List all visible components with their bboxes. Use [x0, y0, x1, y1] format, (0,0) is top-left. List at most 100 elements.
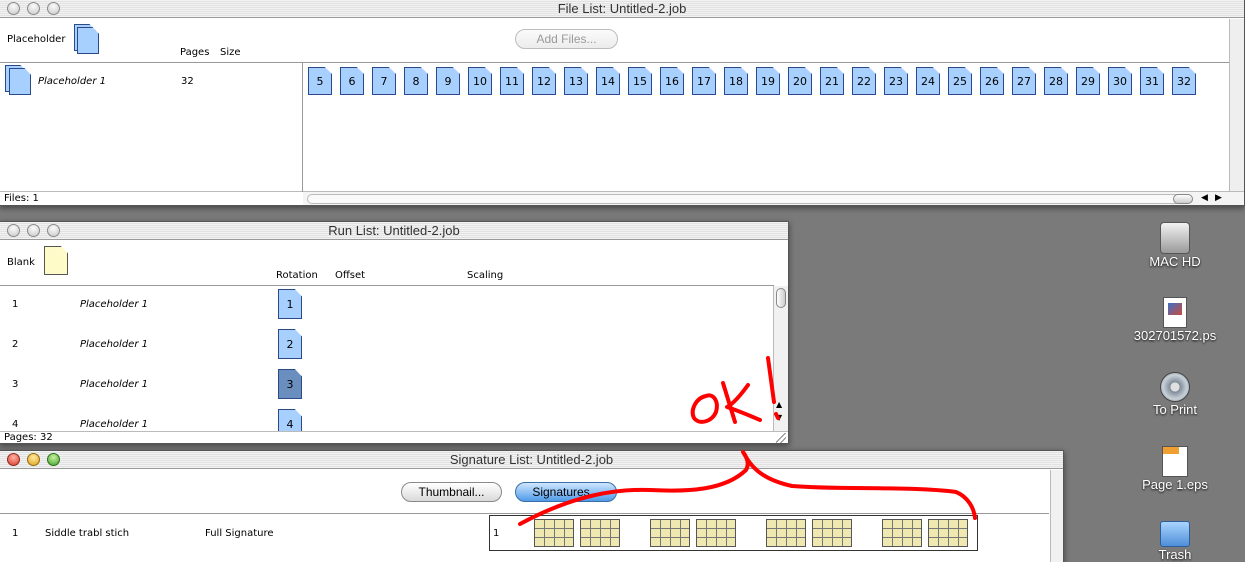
page-tile[interactable]: 8 [404, 67, 428, 95]
desktop-icon-label: To Print [1152, 402, 1198, 417]
vertical-scrollbar[interactable]: ▲ ▼ [773, 286, 788, 432]
col-scaling-header: Scaling [467, 270, 504, 281]
page-tile[interactable]: 26 [980, 67, 1004, 95]
signature-row[interactable]: 1 Siddle trabl stich Full Signature 1 [0, 514, 1050, 554]
sheet-thumbnail [882, 519, 922, 547]
page-thumbnail-strip: 5 6 7 8 9 10 11 12 13 14 15 16 17 18 19 20 21 22 23 24 25 26 2… [304, 63, 1230, 191]
row-number: 1 [12, 299, 19, 310]
desktop-icon-eps-file[interactable]: Page 1.eps [1120, 446, 1230, 492]
blank-page-icon[interactable] [44, 246, 68, 275]
scroll-right-icon[interactable]: ▶ [1215, 193, 1222, 203]
postscript-file-icon [1163, 297, 1187, 328]
thumbnail-button[interactable]: Thumbnail... [401, 482, 502, 502]
page-tile[interactable]: 6 [340, 67, 364, 95]
page-tile[interactable]: 16 [660, 67, 684, 95]
signatures-button[interactable]: Signatures... [515, 482, 617, 502]
page-tile[interactable]: 15 [628, 67, 652, 95]
file-row[interactable]: Placeholder 1 32 [0, 63, 302, 99]
sheet-thumbnail [928, 519, 968, 547]
file-stack-icon [5, 65, 35, 97]
page-thumbnail[interactable]: 4 [278, 409, 302, 432]
page-tile[interactable]: 9 [436, 67, 460, 95]
page-tile[interactable]: 30 [1108, 67, 1132, 95]
sheet-thumbnail [534, 519, 574, 547]
scroll-up-icon[interactable]: ▲ [776, 400, 782, 409]
window-title: File List: Untitled-2.job [557, 1, 687, 16]
page-thumbnail[interactable]: 2 [278, 329, 302, 359]
row-number: 3 [12, 379, 19, 390]
list-item[interactable]: 1 Placeholder 1 1 [0, 286, 773, 326]
page-tile[interactable]: 25 [948, 67, 972, 95]
page-tile[interactable]: 5 [308, 67, 332, 95]
list-item[interactable]: 4 Placeholder 1 4 [0, 406, 773, 432]
list-item[interactable]: 2 Placeholder 1 2 [0, 326, 773, 366]
desktop-icon-to-print[interactable]: To Print [1120, 372, 1230, 417]
signature-index: 1 [493, 528, 500, 539]
resize-grip-icon[interactable] [776, 433, 786, 443]
scroll-thumb[interactable] [776, 288, 786, 308]
page-tile[interactable]: 14 [596, 67, 620, 95]
sheet-thumbnail [696, 519, 736, 547]
row-name: Placeholder 1 [80, 419, 148, 430]
page-tile[interactable]: 20 [788, 67, 812, 95]
page-tile[interactable]: 18 [724, 67, 748, 95]
blank-label: Blank [7, 257, 35, 268]
signature-list-titlebar[interactable]: Signature List: Untitled-2.job [0, 451, 1063, 469]
hard-drive-icon [1160, 222, 1190, 254]
desktop-icon-label: 302701572.ps [1133, 328, 1217, 343]
row-name: Placeholder 1 [80, 299, 148, 310]
page-tile[interactable]: 11 [500, 67, 524, 95]
page-tile[interactable]: 21 [820, 67, 844, 95]
page-tile[interactable]: 13 [564, 67, 588, 95]
desktop-icon-mac-hd[interactable]: MAC HD [1120, 222, 1230, 269]
page-tile[interactable]: 24 [916, 67, 940, 95]
desktop-icon-label: Trash [1158, 547, 1192, 562]
page-tile[interactable]: 22 [852, 67, 876, 95]
run-list-titlebar[interactable]: Run List: Untitled-2.job [0, 222, 788, 240]
desktop-icon-trash[interactable]: Trash [1120, 521, 1230, 562]
page-tile[interactable]: 29 [1076, 67, 1100, 95]
scroll-down-icon[interactable]: ▼ [776, 413, 782, 422]
sheet-thumbnail [812, 519, 852, 547]
signature-preview: 1 [489, 515, 978, 551]
file-list-titlebar[interactable]: File List: Untitled-2.job [0, 0, 1244, 18]
vertical-divider [302, 62, 303, 192]
page-tile[interactable]: 32 [1172, 67, 1196, 95]
horizontal-scrollbar[interactable]: ◀ ▶ [303, 191, 1244, 205]
page-tile[interactable]: 28 [1044, 67, 1068, 95]
desktop-icon-ps-file[interactable]: 302701572.ps [1120, 297, 1230, 343]
page-thumbnail[interactable]: 1 [278, 289, 302, 319]
file-list-window: File List: Untitled-2.job Placeholder Pa… [0, 0, 1245, 206]
row-name: Placeholder 1 [80, 379, 148, 390]
page-tile[interactable]: 17 [692, 67, 716, 95]
desktop-icon-label: Page 1.eps [1142, 477, 1208, 492]
row-name: Placeholder 1 [80, 339, 148, 350]
run-list-window: Run List: Untitled-2.job Blank Rotation … [0, 221, 789, 444]
page-tile[interactable]: 31 [1140, 67, 1164, 95]
page-tile[interactable]: 27 [1012, 67, 1036, 95]
add-files-button[interactable]: Add Files... [515, 29, 618, 49]
col-size-header: Size [220, 47, 241, 58]
placeholder-stack-icon[interactable] [74, 24, 102, 56]
signature-name: Siddle trabl stich [45, 528, 130, 539]
scroll-left-icon[interactable]: ◀ [1201, 193, 1208, 203]
file-name: Placeholder 1 [38, 76, 106, 87]
signature-type: Full Signature [205, 528, 274, 539]
list-item[interactable]: 3 Placeholder 1 3 [0, 366, 773, 406]
vertical-scrollbar[interactable] [1050, 470, 1063, 562]
status-bar: Files: 1 [0, 191, 302, 205]
scroll-thumb[interactable] [1173, 194, 1193, 204]
page-thumbnail-selected[interactable]: 3 [278, 369, 302, 399]
page-tile[interactable]: 19 [756, 67, 780, 95]
window-title: Signature List: Untitled-2.job [449, 452, 614, 467]
page-tile[interactable]: 7 [372, 67, 396, 95]
right-scrollbar[interactable] [1229, 19, 1244, 191]
row-number: 4 [12, 419, 19, 430]
run-list-rows: 1 Placeholder 1 1 2 Placeholder 1 2 3 Pl… [0, 286, 773, 432]
page-tile[interactable]: 12 [532, 67, 556, 95]
eps-file-icon [1162, 446, 1188, 477]
page-tile[interactable]: 10 [468, 67, 492, 95]
page-tile[interactable]: 23 [884, 67, 908, 95]
col-rotation-header: Rotation [276, 270, 318, 281]
sheet-thumbnail [580, 519, 620, 547]
